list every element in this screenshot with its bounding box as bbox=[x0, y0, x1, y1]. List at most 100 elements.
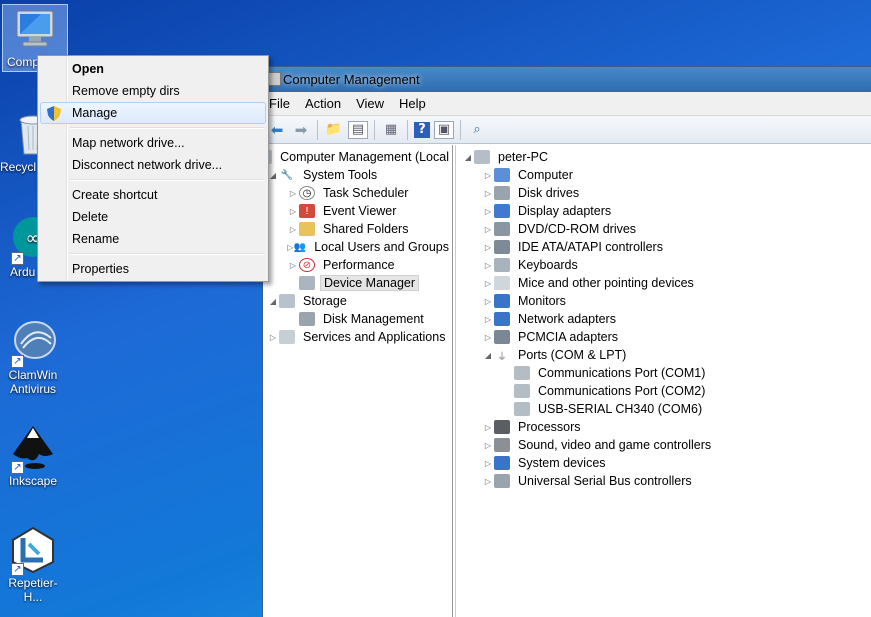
menu-item-properties[interactable]: Properties bbox=[40, 258, 266, 280]
menu-item-open[interactable]: Open bbox=[40, 58, 266, 80]
up-folder-icon[interactable]: 📁 bbox=[324, 120, 344, 140]
device-category-sound-video-and-game-controllers[interactable]: ▷ Sound, video and game controllers bbox=[456, 436, 871, 454]
menu-item-label: Create shortcut bbox=[72, 188, 158, 202]
menu-separator bbox=[40, 176, 266, 184]
show-hide-tree-icon[interactable]: ▤ bbox=[348, 120, 368, 139]
menu-item-manage[interactable]: Manage bbox=[40, 102, 266, 124]
tree-node-label: PCMCIA adapters bbox=[518, 330, 619, 344]
expand-arrow-icon[interactable]: ▷ bbox=[482, 189, 494, 198]
device-category-monitors[interactable]: ▷ Monitors bbox=[456, 292, 871, 310]
device-category-dvd-cd-rom-drives[interactable]: ▷ DVD/CD-ROM drives bbox=[456, 220, 871, 238]
monitors-icon bbox=[494, 294, 510, 308]
device-category-disk-drives[interactable]: ▷ Disk drives bbox=[456, 184, 871, 202]
tree-storage[interactable]: ◢ Storage bbox=[263, 292, 452, 310]
window-title: Computer Management bbox=[283, 72, 420, 87]
menu-item-label: Remove empty dirs bbox=[72, 84, 180, 98]
device-category-ports[interactable]: ◢ ⏚ Ports (COM & LPT) bbox=[456, 346, 871, 364]
tree-performance[interactable]: ▷ ⊘ Performance bbox=[263, 256, 452, 274]
menu-item-remove-empty-dirs[interactable]: Remove empty dirs bbox=[40, 80, 266, 102]
event-viewer-icon: ! bbox=[299, 204, 315, 218]
tree-device-manager[interactable]: Device Manager bbox=[263, 274, 452, 292]
forward-arrow-icon[interactable]: ➡ bbox=[291, 120, 311, 140]
expand-arrow-icon[interactable]: ▷ bbox=[287, 189, 299, 198]
panes: Computer Management (Local ◢ 🔧 System To… bbox=[263, 145, 871, 617]
expand-arrow-icon[interactable]: ▷ bbox=[482, 459, 494, 468]
menu-item-map-network-drive[interactable]: Map network drive... bbox=[40, 132, 266, 154]
tree-task-scheduler[interactable]: ▷ ◷ Task Scheduler bbox=[263, 184, 452, 202]
device-category-pcmcia-adapters[interactable]: ▷ PCMCIA adapters bbox=[456, 328, 871, 346]
expand-arrow-icon[interactable]: ▷ bbox=[287, 207, 299, 216]
expand-arrow-icon[interactable]: ▷ bbox=[287, 261, 299, 270]
scan-hardware-icon[interactable]: ⌕ bbox=[467, 120, 487, 140]
tree-services-applications[interactable]: ▷ Services and Applications bbox=[263, 328, 452, 346]
tree-local-users-groups[interactable]: ▷ 👥 Local Users and Groups bbox=[263, 238, 452, 256]
collapse-arrow-icon[interactable]: ◢ bbox=[267, 297, 279, 306]
tree-shared-folders[interactable]: ▷ Shared Folders bbox=[263, 220, 452, 238]
tree-event-viewer[interactable]: ▷ ! Event Viewer bbox=[263, 202, 452, 220]
help-icon[interactable]: ? bbox=[414, 121, 430, 138]
serial-port-icon bbox=[514, 366, 530, 380]
serial-port-icon bbox=[514, 384, 530, 398]
tree-node-label: Sound, video and game controllers bbox=[518, 438, 712, 452]
expand-arrow-icon[interactable]: ▷ bbox=[482, 315, 494, 324]
expand-arrow-icon[interactable]: ▷ bbox=[287, 225, 299, 234]
toolbar-separator bbox=[460, 119, 461, 140]
window-titlebar[interactable]: Computer Management bbox=[263, 67, 871, 92]
tree-node-label: Computer bbox=[518, 168, 573, 182]
menu-item-rename[interactable]: Rename bbox=[40, 228, 266, 250]
expand-arrow-icon[interactable]: ▷ bbox=[482, 261, 494, 270]
expand-arrow-icon[interactable]: ▷ bbox=[482, 477, 494, 486]
device-category-network-adapters[interactable]: ▷ Network adapters bbox=[456, 310, 871, 328]
ide-ata-atapi-controllers-icon bbox=[494, 240, 510, 254]
desktop-icon-repetier-host[interactable]: ↗ Repetier-H... bbox=[0, 526, 66, 604]
export-list-icon[interactable]: ▦ bbox=[381, 120, 401, 140]
expand-arrow-icon[interactable]: ▷ bbox=[482, 441, 494, 450]
device-category-computer[interactable]: ▷ Computer bbox=[456, 166, 871, 184]
menu-action[interactable]: Action bbox=[305, 96, 341, 111]
menu-item-create-shortcut[interactable]: Create shortcut bbox=[40, 184, 266, 206]
expand-arrow-icon[interactable]: ▷ bbox=[482, 171, 494, 180]
expand-arrow-icon[interactable]: ▷ bbox=[482, 243, 494, 252]
tree-root[interactable]: Computer Management (Local bbox=[263, 148, 452, 166]
tree-system-tools[interactable]: ◢ 🔧 System Tools bbox=[263, 166, 452, 184]
collapse-arrow-icon[interactable]: ◢ bbox=[462, 153, 474, 162]
tree-disk-management[interactable]: Disk Management bbox=[263, 310, 452, 328]
device-category-universal-serial-bus-controllers[interactable]: ▷ Universal Serial Bus controllers bbox=[456, 472, 871, 490]
menu-item-disconnect-network-drive[interactable]: Disconnect network drive... bbox=[40, 154, 266, 176]
menu-item-delete[interactable]: Delete bbox=[40, 206, 266, 228]
clamwin-icon: ↗ bbox=[9, 318, 57, 368]
dvd-cd-rom-drives-icon bbox=[494, 222, 510, 236]
device-port-communications-port-com1[interactable]: Communications Port (COM1) bbox=[456, 364, 871, 382]
expand-arrow-icon[interactable]: ▷ bbox=[482, 423, 494, 432]
tree-node-label: Disk drives bbox=[518, 186, 580, 200]
back-arrow-icon[interactable]: ⬅ bbox=[267, 120, 287, 140]
repetier-icon: ↗ bbox=[9, 526, 57, 576]
expand-arrow-icon[interactable]: ▷ bbox=[287, 243, 294, 252]
menu-item-label: Properties bbox=[72, 262, 129, 276]
menu-file[interactable]: File bbox=[269, 96, 290, 111]
expand-arrow-icon[interactable]: ▷ bbox=[482, 207, 494, 216]
expand-arrow-icon[interactable]: ▷ bbox=[482, 279, 494, 288]
expand-arrow-icon[interactable]: ▷ bbox=[482, 225, 494, 234]
device-port-communications-port-com2[interactable]: Communications Port (COM2) bbox=[456, 382, 871, 400]
device-category-display-adapters[interactable]: ▷ Display adapters bbox=[456, 202, 871, 220]
menu-view[interactable]: View bbox=[356, 96, 384, 111]
expand-arrow-icon[interactable]: ▷ bbox=[267, 333, 279, 342]
show-action-pane-icon[interactable]: ▣ bbox=[434, 120, 454, 139]
tree-node-label: DVD/CD-ROM drives bbox=[518, 222, 637, 236]
device-category-keyboards[interactable]: ▷ Keyboards bbox=[456, 256, 871, 274]
device-category-system-devices[interactable]: ▷ System devices bbox=[456, 454, 871, 472]
device-port-usb-serial-ch340-com6[interactable]: USB-SERIAL CH340 (COM6) bbox=[456, 400, 871, 418]
expand-arrow-icon[interactable]: ▷ bbox=[482, 297, 494, 306]
menu-help[interactable]: Help bbox=[399, 96, 426, 111]
device-category-mice-and-other-pointing-devices[interactable]: ▷ Mice and other pointing devices bbox=[456, 274, 871, 292]
shortcut-arrow-icon: ↗ bbox=[11, 355, 24, 368]
desktop-icon-clamwin[interactable]: ↗ ClamWin Antivirus bbox=[0, 318, 66, 396]
collapse-arrow-icon[interactable]: ◢ bbox=[482, 351, 494, 360]
device-root[interactable]: ◢ peter-PC bbox=[456, 148, 871, 166]
device-category-ide-ata-atapi-controllers[interactable]: ▷ IDE ATA/ATAPI controllers bbox=[456, 238, 871, 256]
expand-arrow-icon[interactable]: ▷ bbox=[482, 333, 494, 342]
device-category-processors[interactable]: ▷ Processors bbox=[456, 418, 871, 436]
desktop-icon-inkscape[interactable]: ↗ Inkscape bbox=[0, 424, 66, 488]
tree-node-label: Network adapters bbox=[518, 312, 616, 326]
